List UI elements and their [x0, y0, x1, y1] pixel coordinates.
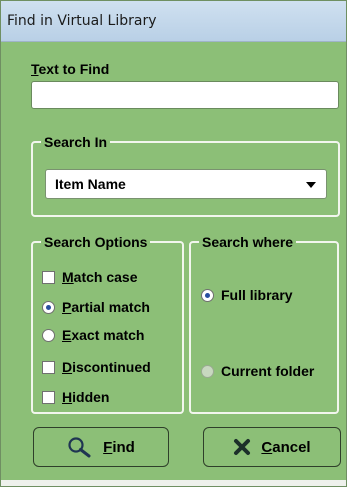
partial-match-label: Partial match [62, 299, 150, 315]
text-to-find-input[interactable] [31, 81, 339, 109]
hidden-option[interactable]: Hidden [42, 389, 109, 405]
current-folder-label: Current folder [221, 363, 315, 379]
window-bottom-edge [1, 480, 346, 486]
hidden-label: Hidden [62, 389, 110, 405]
cancel-label: Cancel [261, 438, 311, 456]
search-options-group: Search Options Match case Partial match … [31, 232, 184, 414]
discontinued-label: Discontinued [62, 359, 151, 375]
search-where-legend: Search where [199, 232, 297, 252]
window-title: Find in Virtual Library [7, 13, 157, 29]
exact-match-label: Exact match [62, 327, 145, 343]
exact-match-radio[interactable] [42, 328, 55, 342]
chevron-down-icon [306, 182, 316, 188]
discontinued-option[interactable]: Discontinued [42, 359, 151, 375]
search-in-selected: Item Name [55, 176, 126, 192]
search-options-legend: Search Options [41, 232, 151, 252]
exact-match-option[interactable]: Exact match [42, 327, 145, 343]
close-icon [233, 438, 251, 456]
search-in-dropdown[interactable]: Item Name [45, 169, 327, 199]
search-where-group: Search where Full library Current folder [189, 232, 339, 414]
partial-match-radio[interactable] [42, 300, 55, 314]
match-case-label: Match case [62, 269, 138, 285]
match-case-checkbox[interactable] [42, 270, 55, 284]
cancel-button[interactable]: Cancel [203, 427, 341, 467]
text-to-find-label: Text to Find [31, 61, 110, 77]
current-folder-option[interactable]: Current folder [201, 363, 314, 379]
find-label: Find [103, 438, 135, 456]
find-button[interactable]: Find [33, 427, 169, 467]
search-in-legend: Search In [41, 132, 111, 152]
full-library-option[interactable]: Full library [201, 287, 293, 303]
hidden-checkbox[interactable] [42, 390, 55, 404]
title-bar: Find in Virtual Library [1, 1, 346, 42]
discontinued-checkbox[interactable] [42, 360, 55, 374]
search-icon [67, 436, 93, 458]
partial-match-option[interactable]: Partial match [42, 299, 150, 315]
find-dialog: Find in Virtual Library Text to Find Sea… [0, 0, 347, 487]
search-in-group: Search In Item Name [31, 132, 340, 217]
current-folder-radio[interactable] [201, 364, 214, 378]
match-case-option[interactable]: Match case [42, 269, 138, 285]
full-library-label: Full library [221, 287, 293, 303]
full-library-radio[interactable] [201, 288, 214, 302]
